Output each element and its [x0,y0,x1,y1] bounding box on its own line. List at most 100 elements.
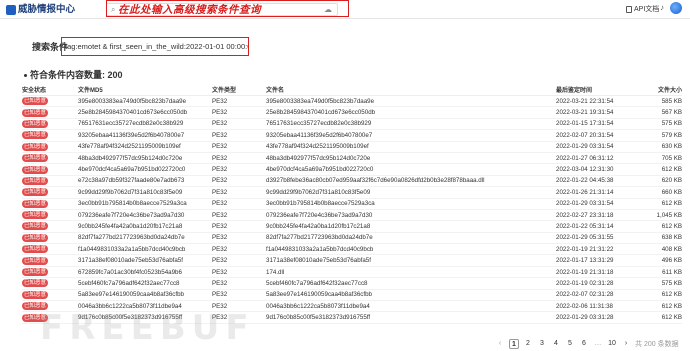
timestamp-cell: 2022-03-04 12:31:30 [556,166,614,174]
table-row[interactable]: 已知恶意 4be970dcf4ca5a69a7b951bd022720c0 PE32… [22,164,682,176]
result-count-title: 符合条件内容数量: 200 [24,68,123,81]
table-row[interactable]: 已知恶意 3171a38ef08010ade75eb53d76abfa5f PE32… [22,255,682,267]
status-cell: 已知恶意 [22,188,78,197]
page-button[interactable]: 2 [523,339,533,349]
md5-cell[interactable]: 93205ebaa41136f39e5d2f6b407800e7 [78,132,212,139]
file-size-cell: 611 KB [662,268,682,276]
md5-cell[interactable]: 5a83ee97e146190059caa4b8af36cfbb [78,291,212,298]
timestamp-cell: 2022-01-27 06:31:12 [556,154,614,162]
md5-cell[interactable]: 3171a38ef08010ade75eb53d76abfa5f [78,257,212,264]
timestamp-cell: 2022-01-19 21:31:18 [556,268,614,276]
bell-icon[interactable]: ♪ [660,3,664,12]
result-count-text: 符合条件内容数量: 200 [30,70,123,80]
md5-cell[interactable]: 395e8003383ea749d0f5bc823b7daa9e [78,98,212,105]
file-type-cell: PE32 [212,257,228,265]
table-row[interactable]: 已知恶意 3ec0bb91b795814b0b8aecce7529a3ca PE32… [22,199,682,210]
status-badge: 已知恶意 [22,256,48,265]
file-name-cell: 25e8b2845984370401cd673e6cc050db [266,109,376,117]
md5-cell[interactable]: 4be970dcf4ca5a69a7b951bd022720c0 [78,166,212,173]
timestamp-cell: 2022-02-27 23:31:18 [556,211,614,219]
table-row[interactable]: 已知恶意 25e8b2845984370401cd673e6cc050db PE32… [22,107,682,119]
status-cell: 已知恶意 [22,222,78,231]
status-cell: 已知恶意 [22,176,78,185]
page-button[interactable]: 4 [551,339,561,349]
table-row[interactable]: 已知恶意 93205ebaa41136f39e5d2f6b407800e7 PE32… [22,130,682,142]
table-row[interactable]: 已知恶意 672859fc7a01ac30bf4fc0523b54a9b6 PE32… [22,267,682,279]
status-cell: 已知恶意 [22,245,78,254]
md5-cell[interactable]: 48ba3db492977f57dc95b124d0c720e [78,155,212,162]
md5-cell[interactable]: 079236eafe7f720e4c36be73ad9a7d30 [78,212,212,219]
md5-cell[interactable]: f1a0449831033a2a1a5bb7dcd40c9bcb [78,246,212,253]
table-row[interactable]: 已知恶意 82df7fa277bd217723963bd0da24db7e PE32… [22,233,682,245]
md5-cell[interactable]: 76517631ecc35727ecdb82e0c38b929 [78,120,212,127]
file-name-cell: 395e8003383ea749d0f5bc823b7daa9e [266,97,375,105]
file-name-cell: 079236eafe7f720e4c36be73ad9a7d30 [266,211,373,219]
status-cell: 已知恶意 [22,165,78,174]
file-type-cell: PE32 [212,131,228,139]
column-header[interactable]: 文件大小 [634,85,682,94]
status-cell: 已知恶意 [22,154,78,163]
file-size-cell: 496 KB [661,257,682,265]
timestamp-cell: 2022-01-17 13:31:29 [556,257,614,265]
file-name-cell: 76517631ecc35727ecdb82e0c38b929 [266,120,372,128]
md5-cell[interactable]: 9c0bb245fe4fa42a0ba1d20fb17c21a8 [78,223,212,230]
md5-cell[interactable]: 82df7fa277bd217723963bd0da24db7e [78,234,212,241]
next-page-button[interactable]: › [621,339,631,349]
file-type-cell: PE32 [212,97,228,105]
status-badge: 已知恶意 [22,279,48,288]
criteria-value: tag:emotet & first_seen_in_the_wild:2022… [61,37,249,56]
table-row[interactable]: 已知恶意 f1a0449831033a2a1a5bb7dcd40c9bcb PE32… [22,244,682,256]
api-docs-link[interactable]: API文档 [626,4,659,14]
table-row[interactable]: 已知恶意 9c0bb245fe4fa42a0ba1d20fb17c21a8 PE32… [22,221,682,233]
file-type-cell: PE32 [212,291,228,299]
page-button[interactable]: 3 [537,339,547,349]
table-body: 已知恶意 395e8003383ea749d0f5bc823b7daa9e PE32… [22,96,682,324]
table-row[interactable]: 已知恶意 9c99dd29f9b7062d7f31a810c83f5e09 PE32… [22,187,682,199]
file-name-cell: 0046a3bb6c1222ca5b8073f11dbe9a4 [266,302,370,310]
table-row[interactable]: 已知恶意 76517631ecc35727ecdb82e0c38b929 PE32 7… [22,119,682,131]
status-badge: 已知恶意 [22,245,48,254]
status-badge: 已知恶意 [22,108,48,117]
md5-cell[interactable]: 43fe778af94f324d2521195009b109ef [78,143,212,150]
column-header[interactable]: 文件类型 [212,85,266,94]
prev-page-button[interactable]: ‹ [495,339,505,349]
table-row[interactable]: 已知恶意 395e8003383ea749d0f5bc823b7daa9e PE32… [22,96,682,108]
timestamp-cell: 2022-02-06 11:31:38 [556,302,613,310]
md5-cell[interactable]: 25e8b2845984370401cd673e6cc050db [78,109,212,116]
table-row[interactable]: 已知恶意 079236eafe7f720e4c36be73ad9a7d30 PE32… [22,210,682,222]
table-row[interactable]: 已知恶意 5cebf460fc7a796adf642f32aec77cc8 PE32… [22,278,682,290]
md5-cell[interactable]: 5cebf460fc7a796adf642f32aec77cc8 [78,280,212,287]
column-header[interactable]: 文件MD5 [78,85,212,94]
page-button[interactable]: 5 [565,339,575,349]
file-type-cell: PE32 [212,211,228,219]
pagination: ‹ 1 2 3 4 5 6 … 10 › 共 200 条数据 [495,339,679,349]
page-button[interactable]: 1 [509,339,519,349]
md5-cell[interactable]: 672859fc7a01ac30bf4fc0523b54a9b6 [78,269,212,276]
table-row[interactable]: 已知恶意 48ba3db492977f57dc95b124d0c720e PE32 4… [22,153,682,165]
table-row[interactable]: 已知恶意 5a83ee97e146190059caa4b8af36cfbb PE32… [22,290,682,302]
page-button[interactable]: 6 [579,339,589,349]
md5-cell[interactable]: 9c99dd29f9b7062d7f31a810c83f5e09 [78,189,212,196]
file-type-cell: PE32 [212,268,228,276]
page-button[interactable]: 10 [607,339,617,349]
file-type-cell: PE32 [212,109,228,117]
file-size-cell: 620 KB [661,177,682,185]
watermark: FREEBUF [40,308,255,348]
file-size-cell: 705 KB [661,154,682,162]
column-header[interactable]: 安全状态 [22,85,78,94]
file-name-cell: 9c0bb245fe4fa42a0ba1d20fb17c21a8 [266,222,371,230]
avatar[interactable] [670,2,682,14]
file-size-cell: 638 KB [661,234,682,242]
table-row[interactable]: 已知恶意 e72c38a97db59f327faade80e7adb673 PE32… [22,176,682,188]
logo[interactable]: 威胁情报中心 [6,3,75,16]
column-header[interactable]: 文件名 [266,85,556,94]
column-header[interactable]: 最后鉴定时间 [556,85,634,94]
md5-cell[interactable]: 3ec0bb91b795814b0b8aecce7529a3ca [78,200,212,207]
file-type-cell: PE32 [212,279,228,287]
status-badge: 已知恶意 [22,199,48,208]
file-name-cell: 3ec0bb91b795814b0b8aecce7529a3ca [266,200,375,208]
table-row[interactable]: 已知恶意 43fe778af94f324d2521195009b109ef PE32… [22,142,682,153]
file-size-cell: 612 KB [661,302,682,310]
status-badge: 已知恶意 [22,119,48,128]
md5-cell[interactable]: e72c38a97db59f327faade80e7adb673 [78,177,212,184]
